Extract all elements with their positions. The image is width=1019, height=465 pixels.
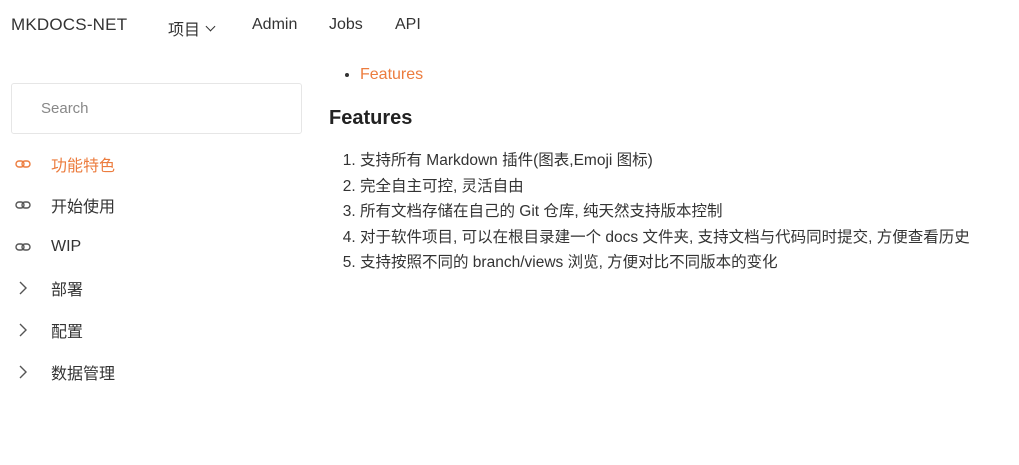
- nav-projects-label: 项目: [168, 22, 201, 39]
- top-navbar: MKDOCS-NET 项目 Admin Jobs API: [0, 0, 1019, 50]
- nav-admin[interactable]: Admin: [252, 16, 297, 34]
- chevron-right-icon: [13, 362, 33, 382]
- sidebar-item-label: 功能特色: [51, 158, 116, 175]
- toc-item: Features: [360, 62, 1009, 88]
- features-list: 支持所有 Markdown 插件(图表,Emoji 图标) 完全自主可控, 灵活…: [329, 148, 1009, 276]
- sidebar-item-label: 开始使用: [51, 199, 116, 216]
- link-icon: [13, 237, 33, 257]
- link-icon: [13, 195, 33, 215]
- link-icon: [13, 154, 33, 174]
- sidebar-item-label: 数据管理: [51, 366, 116, 383]
- list-item: 支持按照不同的 branch/views 浏览, 方便对比不同版本的变化: [360, 250, 1009, 276]
- page-heading: Features: [329, 107, 413, 129]
- search-box: [11, 83, 302, 134]
- brand-link[interactable]: MKDOCS-NET: [11, 15, 127, 35]
- sidebar-item-data-management[interactable]: 数据管理: [11, 360, 115, 384]
- nav-jobs[interactable]: Jobs: [329, 16, 363, 34]
- list-item: 所有文档存储在自己的 Git 仓库, 纯天然支持版本控制: [360, 199, 1009, 225]
- sidebar-item-label: WIP: [51, 238, 82, 255]
- sidebar-item-getting-started[interactable]: 开始使用: [11, 193, 115, 217]
- chevron-right-icon: [13, 278, 33, 298]
- nav-projects-dropdown[interactable]: 项目: [168, 16, 216, 40]
- list-item: 支持所有 Markdown 插件(图表,Emoji 图标): [360, 148, 1009, 174]
- sidebar-item-label: 部署: [51, 282, 84, 299]
- toc-link-features[interactable]: Features: [360, 66, 423, 83]
- sidebar-item-features[interactable]: 功能特色: [11, 152, 115, 176]
- nav-api[interactable]: API: [395, 16, 421, 34]
- sidebar-item-wip[interactable]: WIP: [11, 235, 81, 259]
- chevron-down-icon: [205, 21, 216, 32]
- main-content: Features Features 支持所有 Markdown 插件(图表,Em…: [329, 62, 1009, 276]
- table-of-contents: Features: [329, 62, 1009, 88]
- sidebar: 功能特色 开始使用 WIP 部署 配置 数据管理: [11, 83, 304, 383]
- chevron-right-icon: [13, 320, 33, 340]
- sidebar-item-label: 配置: [51, 324, 84, 341]
- search-input[interactable]: [41, 84, 281, 133]
- list-item: 完全自主可控, 灵活自由: [360, 174, 1009, 200]
- sidebar-item-config[interactable]: 配置: [11, 318, 83, 342]
- sidebar-item-deploy[interactable]: 部署: [11, 276, 83, 300]
- list-item: 对于软件项目, 可以在根目录建一个 docs 文件夹, 支持文档与代码同时提交,…: [360, 225, 1009, 251]
